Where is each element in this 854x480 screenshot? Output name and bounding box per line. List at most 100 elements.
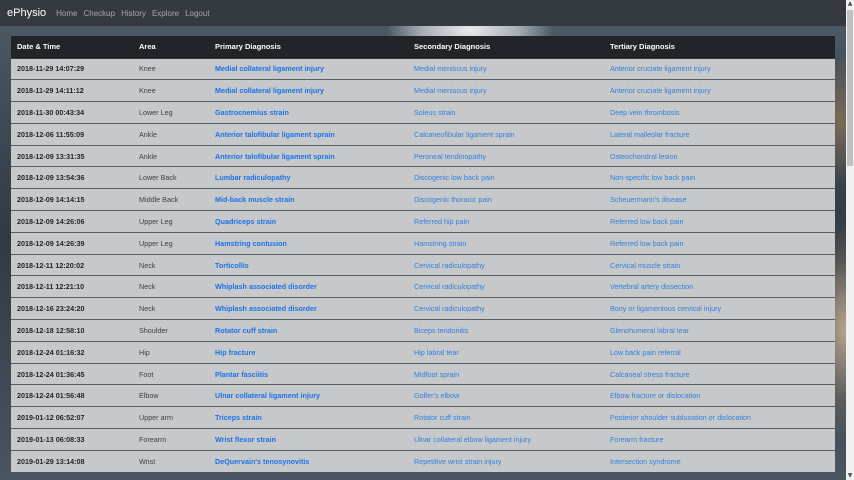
- tertiary-diagnosis-link[interactable]: Referred low back pain: [604, 210, 835, 233]
- secondary-diagnosis-link[interactable]: Hip labral tear: [408, 340, 604, 364]
- secondary-diagnosis-link[interactable]: Cervical radiculopathy: [408, 297, 604, 320]
- primary-diagnosis-link[interactable]: Gastrocnemius strain: [209, 101, 408, 124]
- primary-diagnosis-link[interactable]: Rotator cuff strain: [209, 319, 408, 342]
- table-row: 2018-12-09 14:14:15 Middle Back Mid-back m…: [11, 188, 835, 211]
- scroll-up-arrow-icon[interactable]: ▲: [846, 0, 854, 8]
- table-row: 2018-12-09 13:31:35 Ankle Anterior talofib…: [11, 144, 835, 167]
- primary-diagnosis-link[interactable]: Ulnar collateral ligament injury: [209, 384, 408, 407]
- primary-diagnosis-link[interactable]: Medial collateral ligament injury: [209, 79, 408, 102]
- primary-diagnosis-link[interactable]: Hip fracture: [209, 340, 408, 364]
- tertiary-diagnosis-link[interactable]: Referred low back pain: [604, 231, 835, 255]
- secondary-diagnosis-link[interactable]: Calcaneofibular ligament sprain: [408, 122, 604, 146]
- navbar: ePhysio Home Checkup History Explore Log…: [0, 0, 846, 26]
- tertiary-diagnosis-link[interactable]: Deep vein thrombosis: [604, 101, 835, 124]
- tertiary-diagnosis-link[interactable]: Anterior cruciate ligament injury: [604, 57, 835, 80]
- tertiary-diagnosis-link[interactable]: Bony or ligamentous cervical injury: [604, 297, 835, 320]
- tertiary-diagnosis-link[interactable]: Low back pain referral: [604, 340, 835, 364]
- header-area: Area: [133, 36, 209, 59]
- primary-diagnosis-link[interactable]: Whiplash associated disorder: [209, 275, 408, 298]
- secondary-diagnosis-link[interactable]: Repetitive wrist strain injury: [408, 449, 604, 473]
- nav-link-logout[interactable]: Logout: [185, 9, 209, 18]
- tertiary-diagnosis-link[interactable]: Elbow fracture or dislocation: [604, 384, 835, 407]
- cell-date-time: 2019-01-29 13:14:08: [11, 449, 133, 473]
- primary-diagnosis-link[interactable]: Quadriceps strain: [209, 210, 408, 233]
- secondary-diagnosis-link[interactable]: Medial meniscus injury: [408, 57, 604, 80]
- tertiary-diagnosis-link[interactable]: Non-specific low back pain: [604, 166, 835, 189]
- secondary-diagnosis-link[interactable]: Soleus strain: [408, 101, 604, 124]
- tertiary-diagnosis-link[interactable]: Lateral malleolar fracture: [604, 122, 835, 146]
- secondary-diagnosis-link[interactable]: Discogenic low back pain: [408, 166, 604, 189]
- cell-date-time: 2018-12-16 23:24:20: [11, 297, 133, 320]
- cell-area: Lower Back: [133, 166, 209, 189]
- secondary-diagnosis-link[interactable]: Hamstring strain: [408, 231, 604, 255]
- nav-link-explore[interactable]: Explore: [152, 9, 179, 18]
- tertiary-diagnosis-link[interactable]: Posterior shoulder subluxation or disloc…: [604, 406, 835, 429]
- primary-diagnosis-link[interactable]: Lumbar radiculopathy: [209, 166, 408, 189]
- primary-diagnosis-link[interactable]: Torticollis: [209, 253, 408, 276]
- cell-date-time: 2019-01-13 06:08:33: [11, 428, 133, 451]
- primary-diagnosis-link[interactable]: Triceps strain: [209, 406, 408, 429]
- primary-diagnosis-link[interactable]: Plantar fasciitis: [209, 362, 408, 385]
- cell-area: Forearm: [133, 428, 209, 451]
- secondary-diagnosis-link[interactable]: Referred hip pain: [408, 210, 604, 233]
- table-row: 2018-12-11 12:21:10 Neck Whiplash associat…: [11, 275, 835, 298]
- primary-diagnosis-link[interactable]: Mid-back muscle strain: [209, 188, 408, 211]
- primary-diagnosis-link[interactable]: Anterior talofibular ligament sprain: [209, 144, 408, 167]
- nav-link-home[interactable]: Home: [56, 9, 77, 18]
- primary-diagnosis-link[interactable]: Hamstring contusion: [209, 231, 408, 255]
- secondary-diagnosis-link[interactable]: Golfer's elbow: [408, 384, 604, 407]
- brand-logo[interactable]: ePhysio: [7, 7, 46, 19]
- cell-date-time: 2018-12-11 12:21:10: [11, 275, 133, 298]
- header-date-time: Date & Time: [11, 36, 133, 59]
- table-row: 2019-01-13 06:08:33 Forearm Wrist flexor s…: [11, 428, 835, 451]
- cell-date-time: 2018-12-18 12:58:10: [11, 319, 133, 342]
- secondary-diagnosis-link[interactable]: Peroneal tendinopathy: [408, 144, 604, 167]
- secondary-diagnosis-link[interactable]: Medial meniscus injury: [408, 79, 604, 102]
- cell-area: Ankle: [133, 144, 209, 167]
- scroll-thumb[interactable]: [847, 10, 853, 166]
- cell-area: Knee: [133, 57, 209, 80]
- cell-date-time: 2019-01-12 06:52:07: [11, 406, 133, 429]
- tertiary-diagnosis-link[interactable]: Vertebral artery dissection: [604, 275, 835, 298]
- tertiary-diagnosis-link[interactable]: Glenohumeral labral tear: [604, 319, 835, 342]
- secondary-diagnosis-link[interactable]: Cervical radiculopathy: [408, 253, 604, 276]
- cell-date-time: 2018-12-09 14:14:15: [11, 188, 133, 211]
- secondary-diagnosis-link[interactable]: Discogenic thoracic pain: [408, 188, 604, 211]
- primary-diagnosis-link[interactable]: DeQuervain's tenosynovitis: [209, 449, 408, 473]
- cell-area: Knee: [133, 79, 209, 102]
- cell-area: Foot: [133, 362, 209, 385]
- cell-area: Neck: [133, 297, 209, 320]
- cell-area: Wrist: [133, 449, 209, 473]
- table-row: 2018-11-29 14:07:29 Knee Medial collateral…: [11, 57, 835, 80]
- tertiary-diagnosis-link[interactable]: Calcaneal stress fracture: [604, 362, 835, 385]
- secondary-diagnosis-link[interactable]: Ulnar collateral elbow ligament injury: [408, 428, 604, 451]
- primary-diagnosis-link[interactable]: Anterior talofibular ligament sprain: [209, 122, 408, 146]
- nav-link-history[interactable]: History: [121, 9, 146, 18]
- cell-date-time: 2018-12-06 11:55:09: [11, 122, 133, 146]
- scroll-down-arrow-icon[interactable]: ▼: [846, 472, 854, 480]
- tertiary-diagnosis-link[interactable]: Cervical muscle strain: [604, 253, 835, 276]
- header-tertiary-diagnosis: Tertiary Diagnosis: [604, 36, 835, 59]
- cell-date-time: 2018-11-30 00:43:34: [11, 101, 133, 124]
- tertiary-diagnosis-link[interactable]: Scheuermann's disease: [604, 188, 835, 211]
- history-table-container: Date & Time Area Primary Diagnosis Secon…: [11, 36, 835, 473]
- secondary-diagnosis-link[interactable]: Rotator cuff strain: [408, 406, 604, 429]
- nav-link-checkup[interactable]: Checkup: [83, 9, 115, 18]
- cell-date-time: 2018-11-29 14:11:12: [11, 79, 133, 102]
- table-row: 2018-12-09 14:26:06 Upper Leg Quadriceps s…: [11, 210, 835, 233]
- header-row: Date & Time Area Primary Diagnosis Secon…: [11, 36, 835, 59]
- table-header: Date & Time Area Primary Diagnosis Secon…: [11, 36, 835, 59]
- table-row: 2018-12-18 12:58:10 Shoulder Rotator cuff …: [11, 319, 835, 342]
- primary-diagnosis-link[interactable]: Wrist flexor strain: [209, 428, 408, 451]
- primary-diagnosis-link[interactable]: Whiplash associated disorder: [209, 297, 408, 320]
- secondary-diagnosis-link[interactable]: Midfoot sprain: [408, 362, 604, 385]
- secondary-diagnosis-link[interactable]: Cervical radiculopathy: [408, 275, 604, 298]
- tertiary-diagnosis-link[interactable]: Intersection syndrome: [604, 449, 835, 473]
- cell-area: Shoulder: [133, 319, 209, 342]
- tertiary-diagnosis-link[interactable]: Osteochondral lesion: [604, 144, 835, 167]
- tertiary-diagnosis-link[interactable]: Anterior cruciate ligament injury: [604, 79, 835, 102]
- tertiary-diagnosis-link[interactable]: Forearm fracture: [604, 428, 835, 451]
- secondary-diagnosis-link[interactable]: Biceps tendonitis: [408, 319, 604, 342]
- primary-diagnosis-link[interactable]: Medial collateral ligament injury: [209, 57, 408, 80]
- page-scrollbar[interactable]: ▲ ▼: [846, 0, 854, 480]
